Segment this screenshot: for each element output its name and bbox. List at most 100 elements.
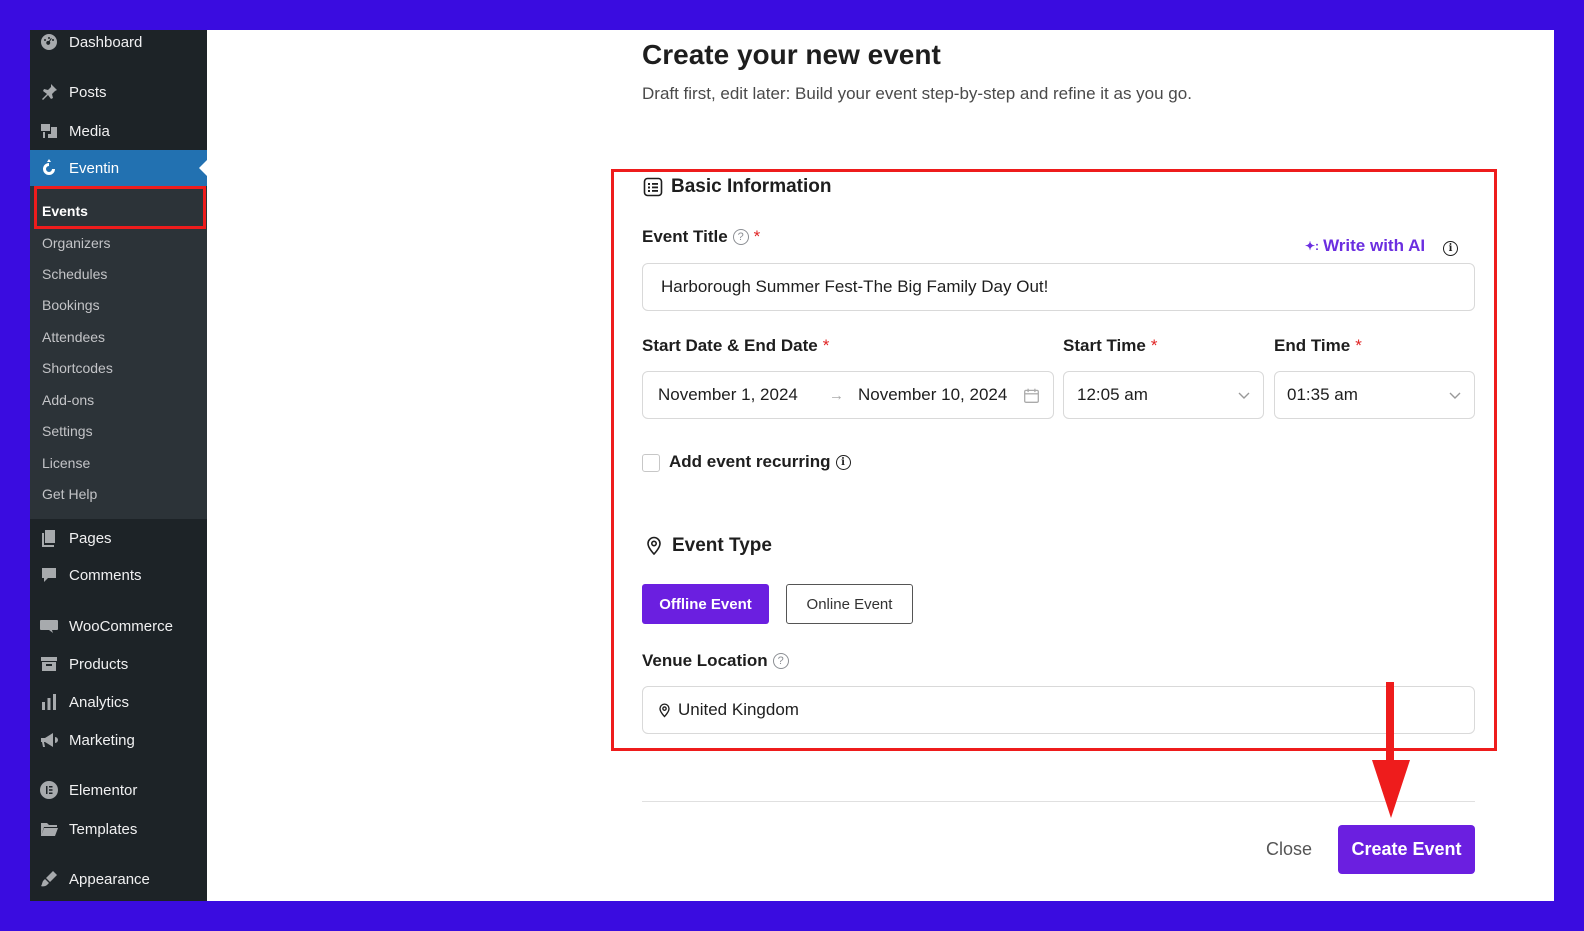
date-range-picker[interactable]: November 1, 2024 → November 10, 2024 (642, 371, 1054, 419)
sidebar-item-label: Appearance (69, 870, 150, 888)
event-type-heading: Event Type (644, 535, 772, 557)
submenu-item-license[interactable]: License (42, 452, 90, 474)
info-icon[interactable]: i (1443, 241, 1458, 256)
sidebar-item-label: Pages (69, 529, 112, 547)
pages-icon (38, 528, 60, 548)
event-title-input[interactable]: Harborough Summer Fest-The Big Family Da… (642, 263, 1475, 311)
recurring-checkbox[interactable] (642, 454, 660, 472)
products-icon (38, 654, 60, 674)
venue-location-label-text: Venue Location (642, 651, 768, 670)
calendar-icon (1024, 388, 1039, 403)
app-window: Dashboard Posts Media Eventin Events Org… (30, 30, 1554, 901)
events-highlight-box (34, 186, 206, 229)
sidebar-item-media[interactable]: Media (30, 113, 207, 149)
sidebar-item-appearance[interactable]: Appearance (30, 861, 207, 897)
sidebar-item-marketing[interactable]: Marketing (30, 722, 207, 758)
submenu-item-addons[interactable]: Add-ons (42, 389, 94, 411)
end-time-label: End Time * (1274, 336, 1362, 356)
date-range-label: Start Date & End Date * (642, 336, 829, 356)
venue-location-label: Venue Location ? (642, 651, 789, 671)
venue-location-input[interactable]: United Kingdom (642, 686, 1475, 734)
end-time-label-text: End Time (1274, 336, 1351, 355)
close-button[interactable]: Close (1266, 839, 1312, 860)
online-event-button[interactable]: Online Event (786, 584, 913, 624)
admin-sidebar: Dashboard Posts Media Eventin Events Org… (30, 30, 207, 901)
info-icon[interactable]: i (835, 454, 851, 470)
sidebar-item-label: Dashboard (69, 33, 143, 51)
comments-icon (38, 565, 60, 585)
submenu-item-bookings[interactable]: Bookings (42, 294, 100, 316)
sidebar-item-label: Marketing (69, 731, 135, 749)
start-time-label-text: Start Time (1063, 336, 1146, 355)
help-icon[interactable]: ? (772, 653, 789, 669)
chevron-down-icon (1238, 392, 1250, 399)
required-mark: * (1150, 336, 1158, 355)
date-range-label-text: Start Date & End Date (642, 336, 818, 355)
start-time-select[interactable]: 12:05 am (1063, 371, 1264, 419)
write-with-ai-label: Write with AI (1323, 236, 1426, 255)
basic-info-heading: Basic Information (643, 176, 831, 198)
help-icon[interactable]: ? (732, 229, 749, 245)
location-pin-icon (659, 702, 670, 717)
sidebar-item-label: Templates (69, 820, 138, 838)
sidebar-item-label: Elementor (69, 781, 138, 799)
brush-icon (38, 869, 60, 889)
recurring-label-text: Add event recurring (669, 452, 831, 471)
main-content: Create your new event Draft first, edit … (207, 30, 1554, 901)
location-pin-icon (647, 536, 661, 556)
footer-divider (642, 801, 1475, 802)
sidebar-item-dashboard[interactable]: Dashboard (30, 30, 207, 60)
offline-event-button[interactable]: Offline Event (642, 584, 769, 624)
submenu-item-attendees[interactable]: Attendees (42, 326, 105, 348)
woo-icon (38, 616, 60, 636)
pin-icon (38, 82, 60, 102)
folder-icon (38, 819, 60, 839)
list-icon (643, 177, 663, 197)
page-subtitle: Draft first, edit later: Build your even… (642, 84, 1192, 103)
eventin-icon (38, 158, 60, 178)
chevron-down-icon (1449, 392, 1461, 399)
create-event-button[interactable]: Create Event (1338, 825, 1475, 874)
sidebar-item-products[interactable]: Products (30, 646, 207, 682)
sidebar-item-label: Products (69, 655, 129, 673)
end-time-value: 01:35 am (1287, 385, 1358, 404)
sidebar-item-eventin[interactable]: Eventin (30, 150, 207, 186)
submenu-item-schedules[interactable]: Schedules (42, 263, 107, 285)
sidebar-item-posts[interactable]: Posts (30, 74, 207, 110)
sidebar-item-label: Media (69, 122, 110, 140)
sidebar-item-woocommerce[interactable]: WooCommerce (30, 608, 207, 644)
sidebar-item-analytics[interactable]: Analytics (30, 684, 207, 720)
sidebar-item-pages[interactable]: Pages (30, 520, 207, 556)
submenu-item-get-help[interactable]: Get Help (42, 483, 97, 505)
submenu-item-settings[interactable]: Settings (42, 420, 93, 442)
basic-info-title: Basic Information (671, 176, 832, 197)
end-time-select[interactable]: 01:35 am (1274, 371, 1475, 419)
sidebar-item-comments[interactable]: Comments (30, 557, 207, 593)
elementor-icon (38, 780, 60, 800)
sidebar-item-templates[interactable]: Templates (30, 811, 207, 847)
analytics-icon (38, 692, 60, 712)
required-mark: * (753, 227, 761, 246)
sidebar-item-label: Comments (69, 566, 142, 584)
sidebar-item-label: Analytics (69, 693, 130, 711)
start-date-value[interactable]: November 1, 2024 (658, 385, 798, 405)
sidebar-item-label: Posts (69, 83, 107, 101)
event-title-label: Event Title ? * (642, 227, 760, 247)
event-type-title: Event Type (672, 535, 772, 556)
recurring-label: Add event recurring i (669, 452, 851, 472)
dashboard-icon (38, 32, 60, 52)
sidebar-item-label: Eventin (69, 159, 120, 177)
marketing-icon (38, 730, 60, 750)
end-date-value[interactable]: November 10, 2024 (858, 385, 1007, 405)
submenu-item-organizers[interactable]: Organizers (42, 232, 110, 254)
sidebar-item-elementor[interactable]: Elementor (30, 772, 207, 808)
sidebar-item-label: WooCommerce (69, 617, 173, 635)
event-title-label-text: Event Title (642, 227, 728, 246)
start-time-value: 12:05 am (1077, 385, 1148, 404)
start-time-label: Start Time * (1063, 336, 1157, 356)
active-indicator (199, 160, 207, 176)
submenu-item-shortcodes[interactable]: Shortcodes (42, 357, 113, 379)
media-icon (38, 121, 60, 141)
write-with-ai-link[interactable]: ✦: Write with AI (1305, 236, 1425, 256)
required-mark: * (1355, 336, 1362, 355)
